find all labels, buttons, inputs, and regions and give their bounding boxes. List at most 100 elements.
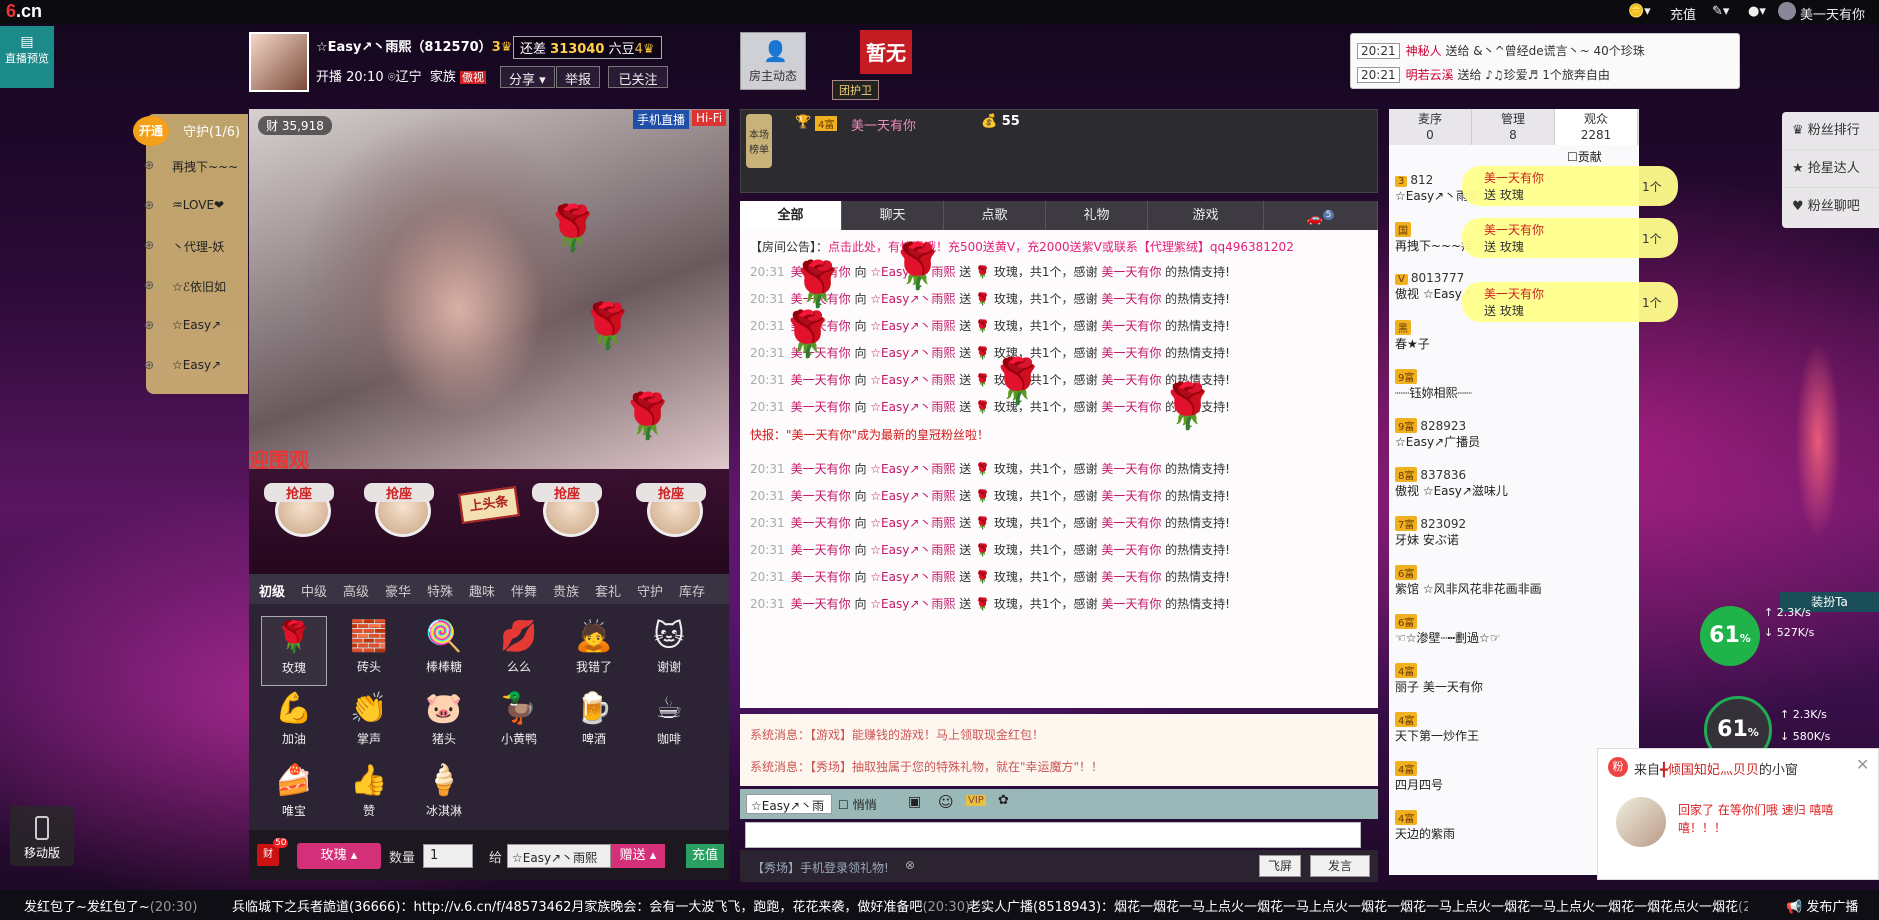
chat-user[interactable]: ☆Easy↗丶雨熙 <box>870 489 955 503</box>
send-message-button[interactable]: 发言 <box>1310 855 1370 877</box>
chat-user[interactable]: ☆Easy↗丶雨熙 <box>870 516 955 530</box>
guard-member[interactable]: ☆ℰ依旧如 <box>144 278 226 295</box>
chat-tab-game[interactable]: 游戏 <box>1148 201 1264 230</box>
guard-member[interactable]: 再拽下~~~ <box>144 158 238 175</box>
guard-member[interactable]: ☆Easy↗ <box>144 318 221 332</box>
guard-member[interactable]: ♒LOVE❤ <box>144 198 224 212</box>
rank-user[interactable]: 美一天有你 <box>851 115 916 134</box>
gift-select[interactable]: 玫瑰 ▴ <box>297 843 381 869</box>
tab-audience[interactable]: 观众 2281 <box>1555 109 1638 145</box>
site-logo[interactable]: 6.cn <box>6 1 42 22</box>
contrib-checkbox[interactable]: ☐贡献 <box>1567 148 1602 165</box>
chat-target-select[interactable]: ☆Easy↗丶雨 <box>746 794 832 814</box>
emoji-icon[interactable]: ☺ <box>938 793 954 811</box>
audience-item[interactable]: 4富 天边的紫雨 <box>1395 810 1455 842</box>
gift-tab[interactable]: 套礼 <box>595 581 621 600</box>
gift-item[interactable]: 💋 么么 <box>486 616 552 686</box>
gift-tab[interactable]: 初级 <box>259 581 285 600</box>
recipient-select[interactable]: ☆Easy↗丶雨熙 <box>507 844 611 868</box>
grab-seat-button[interactable]: 抢座 <box>532 483 610 563</box>
fly-screen-button[interactable]: 飞屏 <box>1259 855 1301 877</box>
gift-item[interactable]: 🙇 我错了 <box>561 616 627 686</box>
gift-tab[interactable]: 豪华 <box>385 581 411 600</box>
audience-item[interactable]: 6富 ☜☆渗壁┄┅劃過☆☞ <box>1395 614 1500 646</box>
gift-tab[interactable]: 中级 <box>301 581 327 600</box>
user-avatar[interactable] <box>1778 2 1796 20</box>
gift-item[interactable]: 💪 加油 <box>261 688 327 758</box>
car-icon[interactable]: 🚗 5 <box>1264 201 1378 230</box>
audience-item[interactable]: 4富 天下第一炒作王 <box>1395 712 1479 744</box>
star-grabber-button[interactable]: ★ 抢星达人 <box>1782 150 1879 188</box>
chat-user[interactable]: 美一天有你 <box>791 543 851 557</box>
gift-item[interactable]: 🧱 砖头 <box>336 616 402 686</box>
grab-seat-button[interactable]: 抢座 <box>636 483 714 563</box>
audience-item[interactable]: 黑春★子 <box>1395 320 1430 352</box>
quantity-input[interactable]: 1 <box>423 844 473 868</box>
audience-item[interactable]: 6富 紫馆 ☆风非风花非花画非画 <box>1395 565 1542 597</box>
gift-tab[interactable]: 守护 <box>637 581 663 600</box>
chat-tab-gift[interactable]: 礼物 <box>1046 201 1148 230</box>
broadcast-item[interactable]: 兵临城下之兵者詭道(36666)：http://v.6.cn/f/4857346… <box>232 896 970 915</box>
edit-icon[interactable]: ✎▾ <box>1712 4 1729 19</box>
gift-item[interactable]: 🐱 谢谢 <box>636 616 702 686</box>
audience-item[interactable]: 7富 823092 牙妹 安ぶ诺 <box>1395 516 1466 548</box>
avatar[interactable] <box>1616 797 1666 847</box>
family-badge[interactable]: 傲视 <box>460 71 486 84</box>
chat-user[interactable]: ☆Easy↗丶雨熙 <box>870 346 955 360</box>
fan-rank-button[interactable]: ♛ 粉丝排行 <box>1782 112 1879 150</box>
chat-user[interactable]: 美一天有你 <box>791 597 851 611</box>
chat-input[interactable] <box>745 822 1361 848</box>
chat-user[interactable]: 美一天有你 <box>791 400 851 414</box>
whisper-checkbox[interactable]: ☐ 悄悄 <box>838 796 877 813</box>
gift-item[interactable]: 👏 掌声 <box>336 688 402 758</box>
username-link[interactable]: 美一天有你 <box>1800 4 1865 23</box>
broadcast-item[interactable]: 发红包了~发红包了~(20:30) <box>24 896 197 915</box>
audience-item[interactable]: 9富 ┈┈钰妳相熙┈┈ <box>1395 369 1472 401</box>
report-button[interactable]: 举报 <box>556 66 601 88</box>
chat-user[interactable]: 美一天有你 <box>791 373 851 387</box>
gift-item[interactable]: 🍺 啤酒 <box>561 688 627 758</box>
chat-user[interactable]: ☆Easy↗丶雨熙 <box>870 319 955 333</box>
recharge-link[interactable]: 充值 <box>1670 4 1696 23</box>
host-dynamics-button[interactable]: 👤 房主动态 <box>740 32 806 90</box>
avatar-figure[interactable] <box>1788 290 1848 590</box>
gift-item[interactable]: ☕ 咖啡 <box>636 688 702 758</box>
audience-item[interactable]: 9富 828923 ☆Easy↗广播员 <box>1395 418 1480 450</box>
chat-tab-song[interactable]: 点歌 <box>944 201 1046 230</box>
image-icon[interactable]: ▣ <box>908 794 921 810</box>
host-avatar[interactable] <box>249 32 309 92</box>
guard-member[interactable]: 丶代理-妖 <box>144 238 225 255</box>
give-button[interactable]: 赠送 ▴ <box>611 844 665 868</box>
vip-icon[interactable]: VIP <box>966 795 986 806</box>
private-chat-popup[interactable]: 粉 来自╋倾国知妃灬贝贝的小窗 ✕ 回家了 在等你们哦 速归 嘻嘻嘻！！！ <box>1597 748 1879 880</box>
fan-chat-button[interactable]: ♥ 粉丝聊吧 <box>1782 188 1879 226</box>
gift-tab[interactable]: 趣味 <box>469 581 495 600</box>
live-preview-button[interactable]: ▤ 直播预览 <box>0 26 54 88</box>
chat-user[interactable]: 美一天有你 <box>791 516 851 530</box>
system-message[interactable]: 系统消息：【秀场】抽取独属于您的特殊礼物，就在"幸运魔方"！！ <box>750 758 1103 775</box>
chat-user[interactable]: 美一天有你 <box>791 489 851 503</box>
promo-text[interactable]: 【秀场】手机登录领礼物! <box>752 859 889 876</box>
room-notice[interactable]: 【房间公告】：点击此处，有惊喜哦！充500送黄V，充2000送紫V或联系【代理紫… <box>750 238 1294 255</box>
chat-user[interactable]: ☆Easy↗丶雨熙 <box>870 292 955 306</box>
chat-user[interactable]: ☆Easy↗丶雨熙 <box>870 543 955 557</box>
chat-tab-talk[interactable]: 聊天 <box>842 201 944 230</box>
guard-member[interactable]: ☆Easy↗ <box>144 358 221 372</box>
followed-button[interactable]: 已关注 <box>608 66 668 88</box>
chat-user[interactable]: 美一天有你 <box>791 570 851 584</box>
gift-item[interactable]: 🍦 冰淇淋 <box>411 760 477 830</box>
gift-tab[interactable]: 伴舞 <box>511 581 537 600</box>
team-guard-badge[interactable]: 团护卫 <box>832 80 879 100</box>
gift-item[interactable]: 🦆 小黄鸭 <box>486 688 552 758</box>
status-icon[interactable]: ●▾ <box>1748 4 1766 19</box>
gift-tab[interactable]: 高级 <box>343 581 369 600</box>
audience-item[interactable]: 8富 837836 傲视 ☆Easy↗滋味儿 <box>1395 467 1508 499</box>
mobile-version-button[interactable]: 移动版 <box>10 806 74 866</box>
broadcast-item[interactable]: 老实人广播(8518943)：烟花一烟花一马上点火一烟花一马上点火一烟花一烟花一… <box>968 896 1748 915</box>
audience-item[interactable]: V 8013777 傲视 ☆Easy↗ <box>1395 271 1472 302</box>
open-guard-button[interactable]: 开通 <box>133 116 169 146</box>
color-icon[interactable]: ✿ <box>998 793 1009 808</box>
gift-tab[interactable]: 贵族 <box>553 581 579 600</box>
close-icon[interactable]: ⊗ <box>905 858 915 872</box>
chat-user[interactable]: ☆Easy↗丶雨熙 <box>870 597 955 611</box>
